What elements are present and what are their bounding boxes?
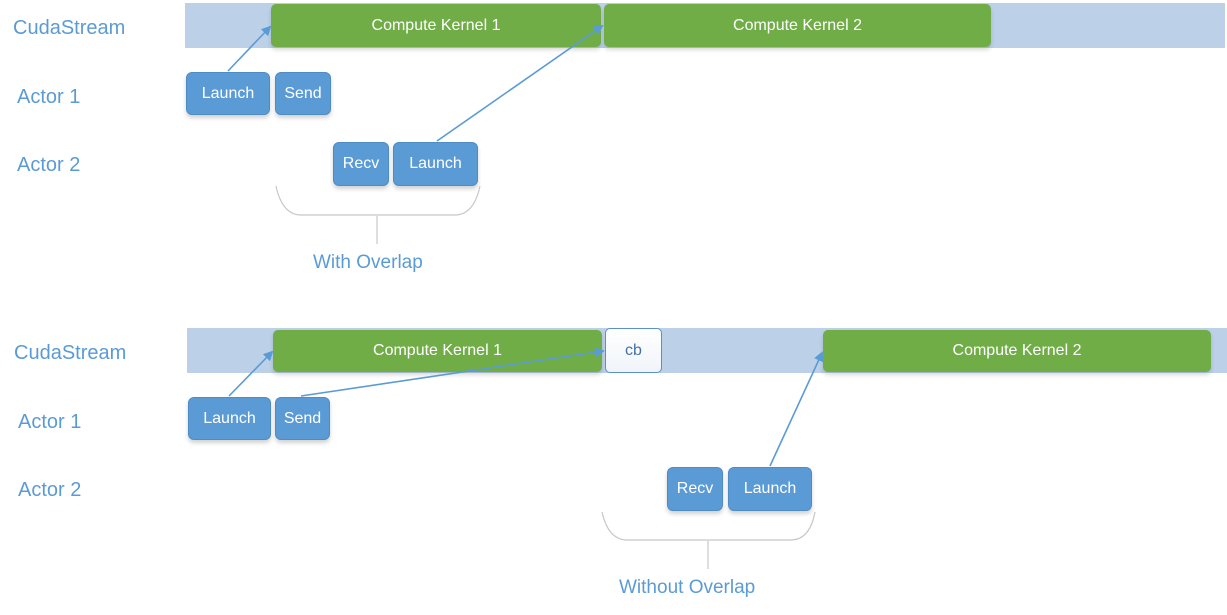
row-label-actor-2: Actor 2 [18, 479, 82, 501]
row-label-actor-1: Actor 1 [17, 86, 81, 108]
actor2-launch-op: Launch [728, 467, 812, 511]
brace-with-overlap [275, 185, 481, 216]
actor1-send-op: Send [275, 397, 330, 440]
actor1-launch-op: Launch [188, 397, 271, 440]
actor2-launch-op: Launch [393, 142, 478, 186]
row-label-actor-2: Actor 2 [17, 154, 81, 176]
row-label-cudastream: CudaStream [14, 342, 127, 364]
brace-without-overlap [601, 511, 816, 541]
callback-box: cb [605, 328, 662, 373]
caption-without-overlap: Without Overlap [619, 577, 756, 598]
compute-kernel-2: Compute Kernel 2 [823, 330, 1211, 372]
row-label-actor-1: Actor 1 [18, 411, 82, 433]
actor2-recv-op: Recv [333, 142, 389, 186]
row-label-cudastream: CudaStream [13, 17, 126, 39]
caption-with-overlap: With Overlap [313, 252, 423, 273]
compute-kernel-1: Compute Kernel 1 [273, 330, 602, 372]
actor2-recv-op: Recv [667, 467, 723, 511]
actor1-send-op: Send [275, 72, 331, 115]
compute-kernel-1: Compute Kernel 1 [271, 4, 601, 47]
connectors-overlay [227, 24, 824, 569]
actor1-launch-op: Launch [186, 72, 270, 115]
compute-kernel-2: Compute Kernel 2 [604, 4, 991, 47]
